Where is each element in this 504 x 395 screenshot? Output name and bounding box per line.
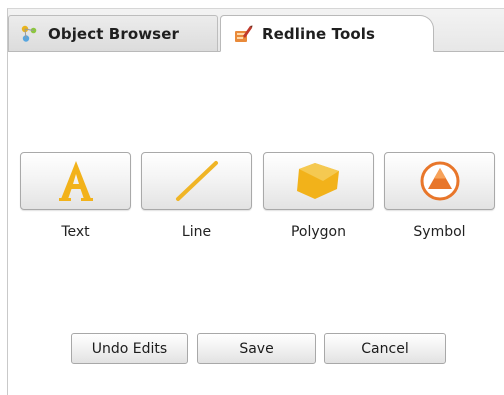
- redline-panel: Object Browser Redline Tools Text Line P…: [7, 8, 504, 395]
- symbol-tool-label: Symbol: [413, 224, 466, 240]
- tab-redline-tools[interactable]: Redline Tools: [220, 15, 434, 52]
- line-tool-button[interactable]: [141, 152, 252, 210]
- tab-object-browser[interactable]: Object Browser: [8, 15, 218, 51]
- cancel-button[interactable]: Cancel: [324, 333, 446, 364]
- symbol-tool-button[interactable]: [384, 152, 495, 210]
- tab-redline-tools-label: Redline Tools: [262, 24, 376, 43]
- polygon-icon: [293, 159, 345, 203]
- symbol-icon: [418, 159, 462, 203]
- text-tool-button[interactable]: [20, 152, 131, 210]
- line-icon: [172, 159, 222, 203]
- save-button[interactable]: Save: [197, 333, 316, 364]
- undo-edits-button[interactable]: Undo Edits: [71, 333, 188, 364]
- text-a-icon: [56, 159, 96, 203]
- polygon-tool-label: Polygon: [290, 224, 346, 240]
- object-browser-icon: [19, 24, 39, 44]
- redline-tools-icon: [233, 24, 253, 44]
- tab-object-browser-label: Object Browser: [48, 24, 179, 43]
- tab-strip: Object Browser Redline Tools: [8, 9, 504, 52]
- text-tool-label: Text: [61, 224, 90, 240]
- polygon-tool-button[interactable]: [263, 152, 374, 210]
- line-tool-label: Line: [181, 224, 212, 240]
